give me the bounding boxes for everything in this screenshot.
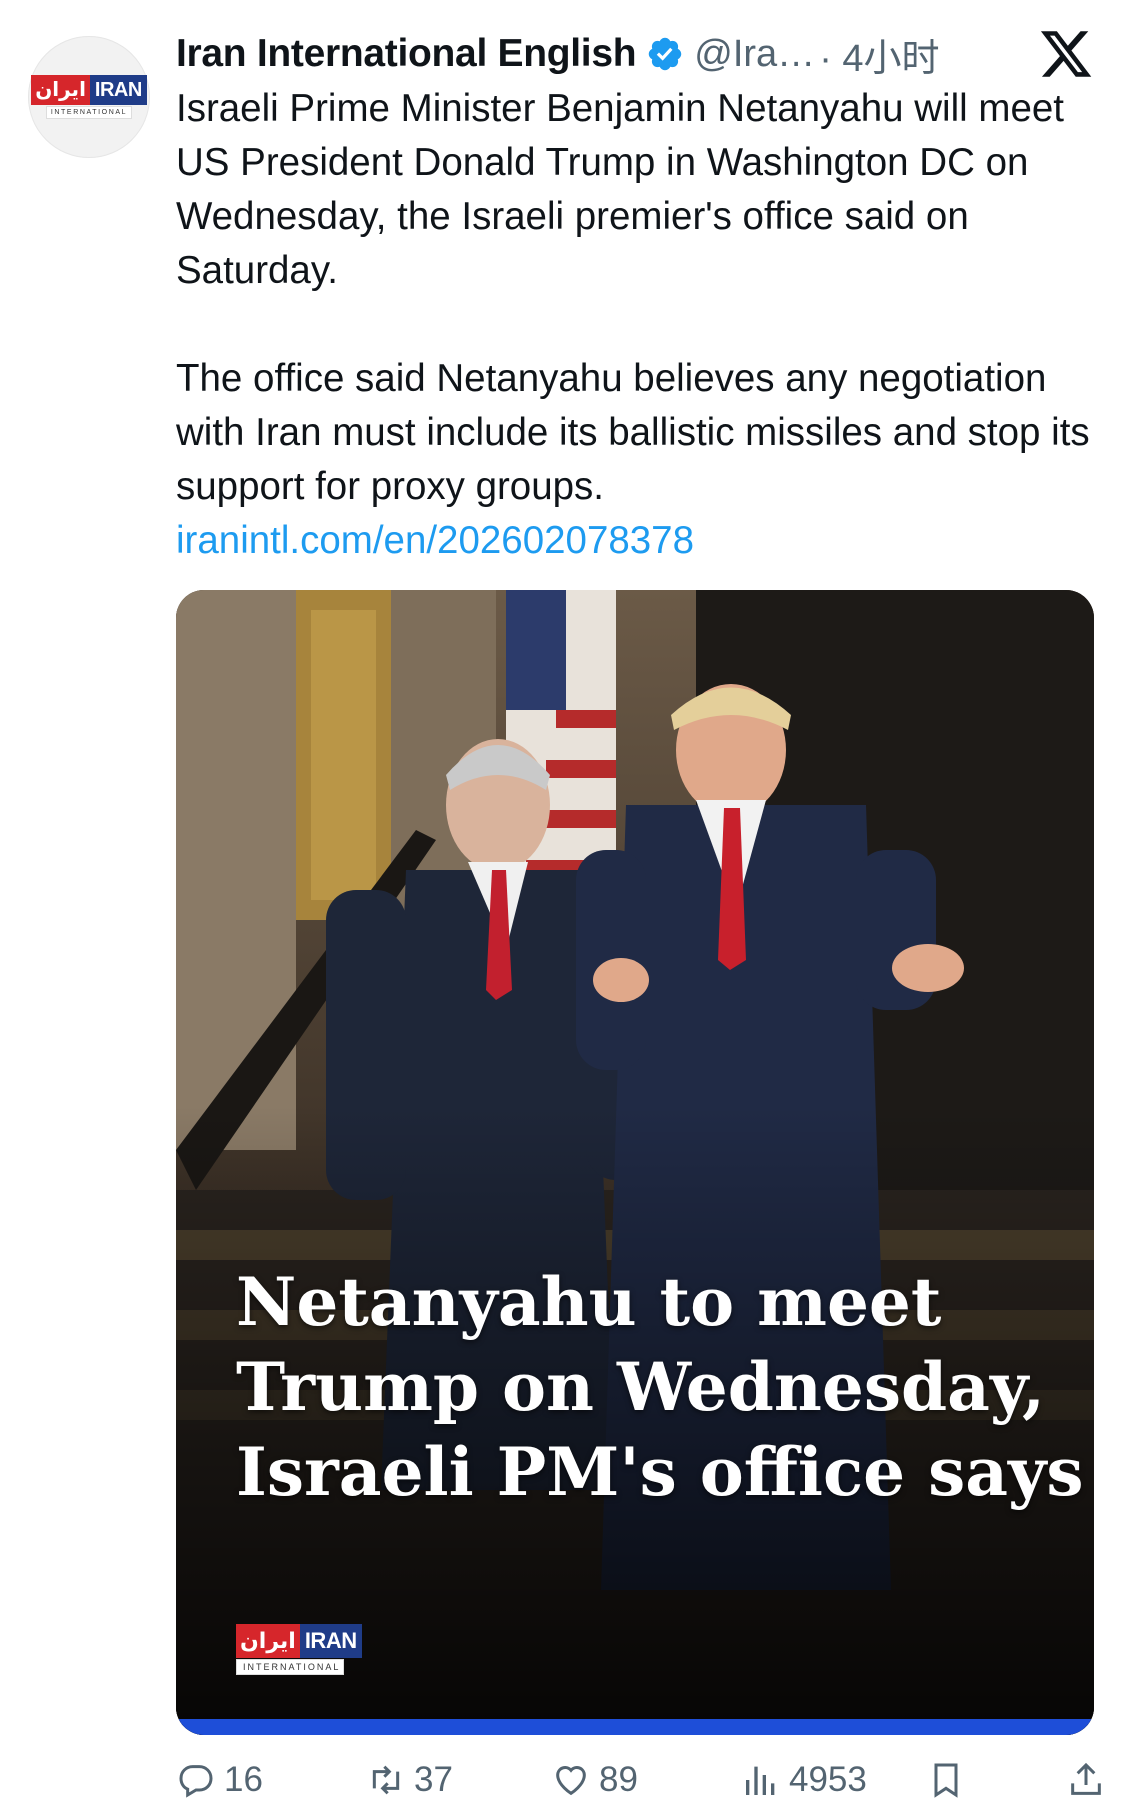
repost-button[interactable]: 37 bbox=[366, 1760, 453, 1800]
bookmark-icon bbox=[934, 1763, 958, 1798]
avatar-logo-fa: ایران bbox=[31, 75, 90, 105]
repost-count: 37 bbox=[414, 1760, 453, 1799]
bookmark-button[interactable] bbox=[926, 1760, 974, 1800]
tweet-paragraph-2: The office said Netanyahu believes any n… bbox=[176, 357, 1090, 508]
display-name[interactable]: Iran International English bbox=[176, 32, 637, 76]
avatar-logo-en: IRAN bbox=[89, 75, 147, 105]
article-link[interactable]: iranintl.com/en/202602078378 bbox=[176, 519, 694, 562]
media-logo-fa: ایران bbox=[236, 1624, 300, 1658]
share-icon bbox=[1071, 1762, 1101, 1795]
tweet-header: Iran International English @Ira… · 4小时 bbox=[176, 28, 940, 80]
media-logo-sub: INTERNATIONAL bbox=[236, 1659, 344, 1675]
reply-button[interactable]: 16 bbox=[176, 1760, 263, 1800]
tweet-actions: 16 37 89 4953 bbox=[176, 1760, 1101, 1810]
media-logo: ایران IRAN INTERNATIONAL bbox=[236, 1624, 362, 1675]
photo-scene bbox=[176, 590, 1094, 1735]
x-logo-icon bbox=[1040, 31, 1092, 77]
reply-icon bbox=[179, 1765, 213, 1798]
headline-line-3: Israeli PM's office says bbox=[236, 1433, 1084, 1511]
headline-line-1: Netanyahu to meet bbox=[236, 1263, 942, 1341]
media-headline: Netanyahu to meet Trump on Wednesday, Is… bbox=[236, 1260, 1084, 1515]
headline-line-2: Trump on Wednesday, bbox=[236, 1348, 1045, 1426]
views-icon bbox=[746, 1766, 775, 1795]
account-handle[interactable]: @Ira… bbox=[694, 33, 815, 76]
avatar-logo: ایران IRAN INTERNATIONAL bbox=[31, 75, 147, 119]
verified-badge-icon bbox=[649, 37, 682, 71]
like-count: 89 bbox=[599, 1760, 638, 1799]
share-button[interactable] bbox=[1066, 1760, 1114, 1800]
like-icon bbox=[556, 1766, 586, 1796]
tweet-media[interactable]: Netanyahu to meet Trump on Wednesday, Is… bbox=[176, 590, 1094, 1735]
avatar-logo-sub: INTERNATIONAL bbox=[45, 106, 133, 119]
tweet-paragraph-1: Israeli Prime Minister Benjamin Netanyah… bbox=[176, 87, 1064, 292]
repost-icon bbox=[372, 1765, 400, 1795]
account-avatar[interactable]: ایران IRAN INTERNATIONAL bbox=[28, 36, 150, 158]
tweet-text: Israeli Prime Minister Benjamin Netanyah… bbox=[176, 82, 1096, 568]
tweet-time[interactable]: · 4小时 bbox=[819, 27, 939, 82]
views-count: 4953 bbox=[789, 1760, 867, 1799]
like-button[interactable]: 89 bbox=[551, 1760, 638, 1800]
media-accent-bar bbox=[176, 1719, 1094, 1735]
views-button[interactable]: 4953 bbox=[741, 1760, 867, 1800]
reply-count: 16 bbox=[224, 1760, 263, 1799]
media-logo-en: IRAN bbox=[299, 1624, 362, 1658]
